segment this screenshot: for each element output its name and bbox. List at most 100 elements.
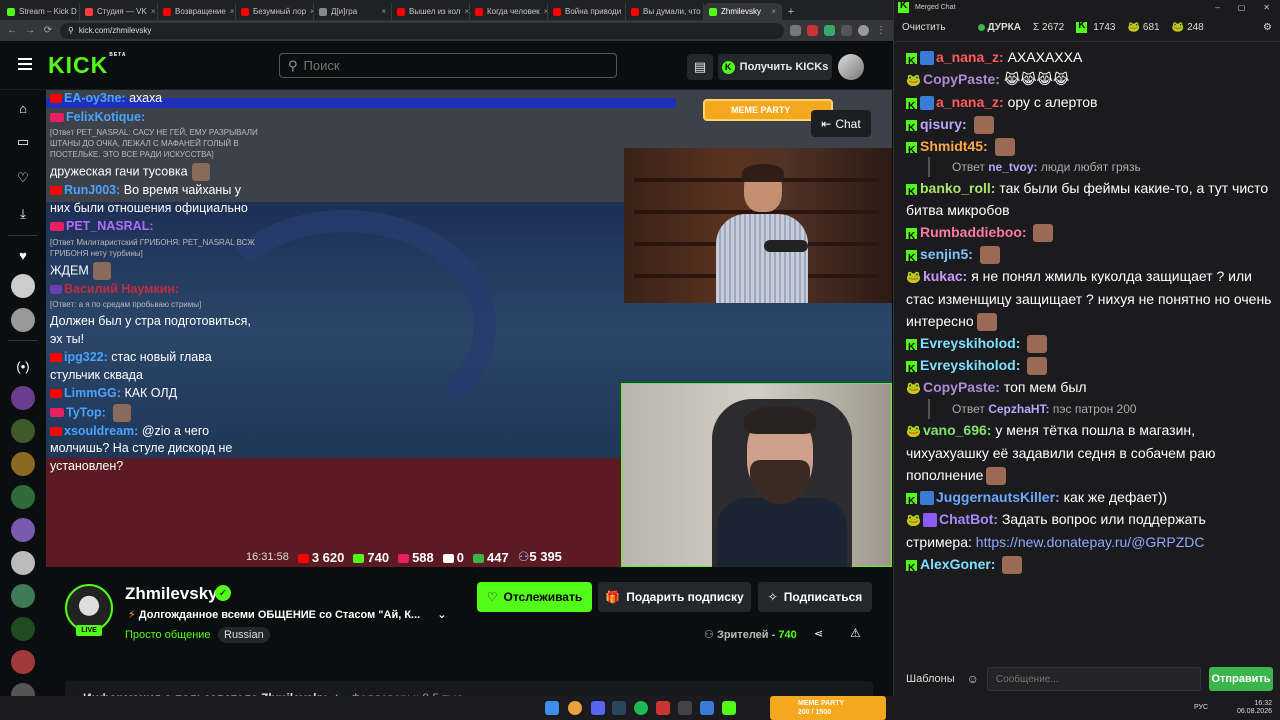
chat-username[interactable]: kukac: (923, 268, 967, 284)
chat-username[interactable]: JuggernautsKiller: (936, 489, 1060, 505)
share-icon[interactable]: ⋖ (814, 627, 823, 640)
close-tab-icon[interactable]: × (771, 7, 776, 16)
gift-subscription-button[interactable]: 🎁 Подарить подписку (598, 582, 751, 612)
browser-tab[interactable]: Д[и]гра × (314, 3, 392, 20)
chat-username[interactable]: CopyPaste: (923, 71, 1000, 87)
browser-tab[interactable]: Возвращение × (158, 3, 236, 20)
merged-chat-icon[interactable] (722, 701, 736, 715)
report-warning-icon[interactable]: ⚠ (850, 626, 861, 640)
sidebar-channel-avatar[interactable] (11, 419, 35, 443)
chat-username[interactable]: ChatBot: (939, 511, 998, 527)
donate-link[interactable]: https://new.donatepay.ru/@GRPZDC (976, 534, 1205, 550)
browse-icon[interactable]: ▭ (13, 132, 33, 152)
hamburger-menu-icon[interactable] (18, 58, 32, 70)
extension-icon[interactable] (807, 25, 818, 36)
sidebar-channel-avatar[interactable] (11, 617, 35, 641)
send-button[interactable]: Отправить (1209, 667, 1273, 691)
chat-username[interactable]: Evreyskiholod: (920, 335, 1020, 351)
sidebar-channel-avatar[interactable] (11, 584, 35, 608)
channel-name[interactable]: Zhmilevsky (125, 584, 218, 604)
sidebar-channel-avatar[interactable] (11, 485, 35, 509)
chat-toggle-button[interactable]: ⇤ Chat (811, 110, 871, 137)
forward-icon[interactable]: → (24, 25, 36, 36)
chat-username[interactable]: CopyPaste: (923, 379, 1000, 395)
kick-logo[interactable]: KICKBETA (48, 52, 126, 79)
maximize-icon[interactable]: ▢ (1238, 3, 1246, 12)
clips-icon[interactable]: ⤓ (13, 204, 33, 224)
site-info-icon[interactable]: ⚲ (68, 26, 74, 35)
browser-tab[interactable]: Stream – Kick D× (2, 3, 80, 20)
chat-username[interactable]: senjin5: (920, 246, 973, 262)
download-icon[interactable] (841, 25, 852, 36)
sidebar-channel-avatar[interactable] (11, 518, 35, 542)
browser-tab[interactable]: Zhmilevsky × (704, 3, 782, 20)
clear-button[interactable]: Очистить (902, 22, 946, 33)
browser-tab[interactable]: Безумный лор× (236, 3, 314, 20)
sidebar-channel-avatar[interactable] (11, 452, 35, 476)
sidebar-channel-avatar[interactable] (11, 551, 35, 575)
emoji-icon[interactable]: ☺ (967, 672, 979, 686)
settings-gear-icon[interactable]: ⚙ (1263, 22, 1272, 33)
browser-tab[interactable]: Война приводи× (548, 3, 626, 20)
video-player[interactable]: MEME PARTY ⇤ Chat EA-оу3пе: ахаха FelixKot… (46, 90, 892, 567)
app-icon[interactable] (656, 701, 670, 715)
back-icon[interactable]: ← (6, 25, 18, 36)
more-menu-icon[interactable]: ⋮ (875, 25, 887, 36)
live-broadcast-icon[interactable]: (•) (13, 356, 33, 376)
follow-button[interactable]: ♡ Отслеживать (477, 582, 592, 612)
browser-tab[interactable]: Вышел из кол × (392, 3, 470, 20)
discord-icon[interactable] (591, 701, 605, 715)
sidebar-channel-avatar[interactable] (11, 650, 35, 674)
user-avatar[interactable] (838, 54, 864, 80)
chat-username[interactable]: a_nana_z: (936, 94, 1004, 110)
chat-username[interactable]: Shmidt45: (920, 138, 988, 154)
chevron-down-icon[interactable]: ⌄ (437, 609, 446, 621)
chat-username[interactable]: banko_roll: (920, 180, 995, 196)
sidebar-channel-avatar[interactable] (11, 274, 35, 298)
chat-username[interactable]: Rumbaddieboo: (920, 224, 1027, 240)
close-tab-icon[interactable]: × (381, 7, 386, 16)
app-icon[interactable] (700, 701, 714, 715)
following-heart-icon[interactable]: ♡ (13, 168, 33, 188)
steam-icon[interactable] (612, 701, 626, 715)
message-input[interactable] (986, 667, 1201, 691)
subscribe-button[interactable]: ✧ Подписаться (758, 582, 872, 612)
extension-icon[interactable] (790, 25, 801, 36)
meme-party-widget[interactable]: MEME PARTY 200 / 1500 (770, 696, 886, 720)
obs-icon[interactable] (678, 701, 692, 715)
home-icon[interactable]: ⌂ (13, 98, 33, 118)
favorites-heart-icon[interactable]: ♥ (13, 245, 33, 265)
chat-username[interactable]: qisury: (920, 116, 967, 132)
minimize-icon[interactable]: – (1215, 3, 1219, 12)
search-input[interactable] (303, 58, 604, 73)
reload-icon[interactable]: ⟳ (42, 25, 54, 36)
close-tab-icon[interactable]: × (464, 7, 469, 16)
chat-username[interactable]: AlexGoner: (920, 556, 995, 572)
category-link[interactable]: Просто общение (125, 629, 211, 641)
sidebar-channel-avatar[interactable] (11, 308, 35, 332)
get-kicks-button[interactable]: K Получить KICKs (718, 54, 832, 80)
browser-tab[interactable]: Студия — VK × (80, 3, 158, 20)
templates-button[interactable]: Шаблоны (902, 669, 959, 689)
close-icon[interactable]: ✕ (1263, 3, 1270, 12)
search-box[interactable]: ⚲ (279, 53, 617, 78)
chat-username[interactable]: a_nana_z: (936, 49, 1004, 65)
language-indicator[interactable]: РУС (1194, 704, 1208, 711)
url-field[interactable]: ⚲ kick.com/zhmilevsky (60, 22, 784, 39)
new-tab-button[interactable]: + (782, 3, 800, 20)
extension-icon[interactable] (824, 25, 835, 36)
profile-icon[interactable] (858, 25, 869, 36)
clock[interactable]: 16:32 06.08.2026 (1237, 700, 1272, 716)
windows-start-icon[interactable] (545, 701, 559, 715)
sidebar-channel-avatar[interactable] (11, 386, 35, 410)
chat-username[interactable]: Evreyskiholod: (920, 357, 1020, 373)
browser-tab[interactable]: Вы думали, что× (626, 3, 704, 20)
spotify-icon[interactable] (634, 701, 648, 715)
library-button[interactable]: ▤ (687, 54, 713, 80)
close-tab-icon[interactable]: × (230, 7, 235, 16)
chrome-icon[interactable] (568, 701, 582, 715)
language-tag[interactable]: Russian (218, 627, 270, 643)
close-tab-icon[interactable]: × (151, 7, 156, 16)
chat-username[interactable]: vano_696: (923, 422, 991, 438)
browser-tab[interactable]: Когда человек × (470, 3, 548, 20)
